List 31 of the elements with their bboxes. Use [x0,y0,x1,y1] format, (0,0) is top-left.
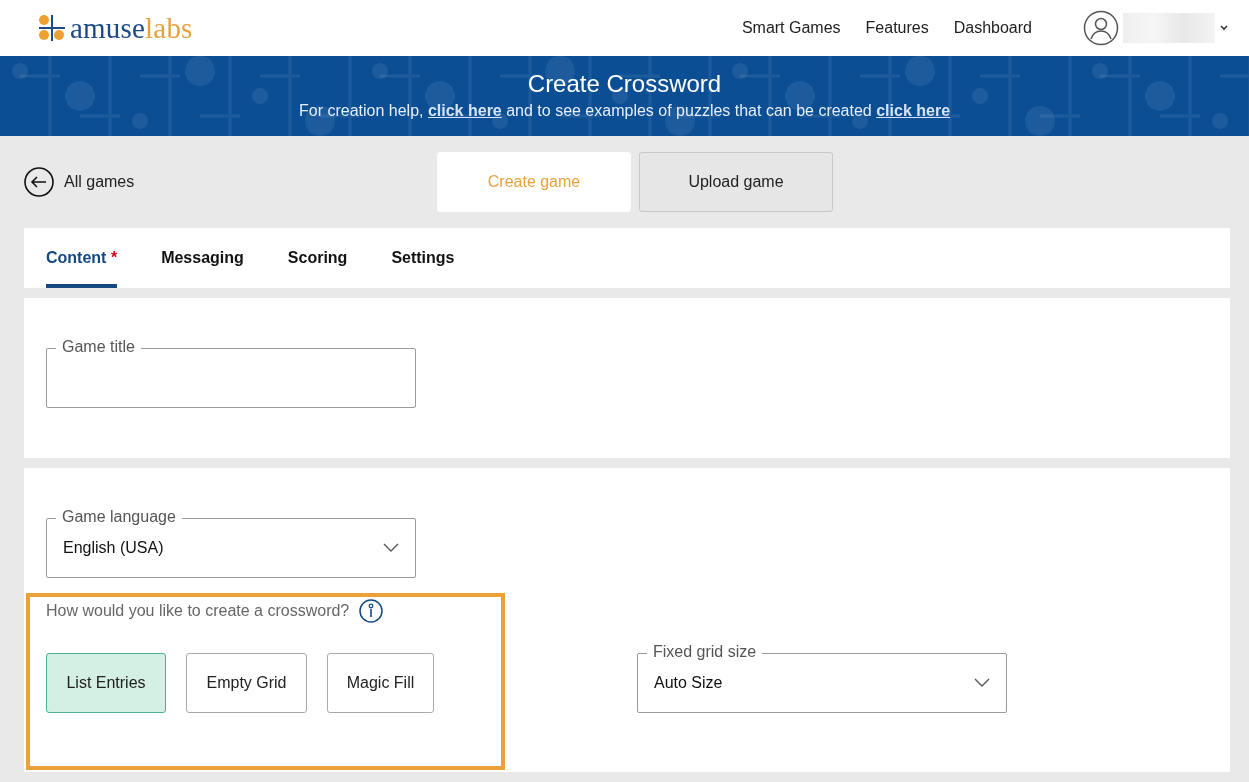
page-title: Create Crossword [526,70,723,98]
examples-link[interactable]: click here [876,102,951,119]
dropdown-field[interactable]: Game language English (USA) [46,507,416,578]
question-label: How would you like to create a crossword? [46,602,350,620]
chevron-down-icon [383,543,399,553]
chevron-down-icon [974,678,990,688]
help-link[interactable]: click here [427,102,502,119]
input-field[interactable]: Game title [46,337,416,408]
logo-wordmark: amuselabs [70,11,193,45]
back-link[interactable]: All games [24,167,429,197]
nav-link[interactable]: Dashboard [953,19,1032,37]
tab[interactable]: Messaging [161,228,244,288]
tab[interactable]: Scoring [287,228,348,288]
option-button[interactable]: List Entries [46,653,166,713]
field-value: English (USA) [63,539,165,557]
info-icon[interactable] [359,599,384,623]
option-button[interactable]: Empty Grid [186,653,307,713]
field-label: Fixed grid size [647,642,763,662]
field-label: Game language [56,507,182,527]
nav-link[interactable]: Smart Games [741,19,841,37]
user-avatar-icon[interactable] [1083,10,1119,46]
field-value: Auto Size [654,674,724,692]
logo-icon [38,14,66,42]
tab[interactable]: Content * [46,228,118,288]
chevron-down-icon[interactable] [1219,24,1229,32]
option-button[interactable]: Magic Fill [327,653,434,713]
dropdown-field[interactable]: Fixed grid size Auto Size [637,642,1007,713]
help-text: For creation help, click here and to see examples of puzzles that can be created click here [297,102,952,120]
tab[interactable]: Settings [391,228,455,288]
mode-tab[interactable]: Upload game [639,152,833,212]
nav-link[interactable]: Features [865,19,929,37]
